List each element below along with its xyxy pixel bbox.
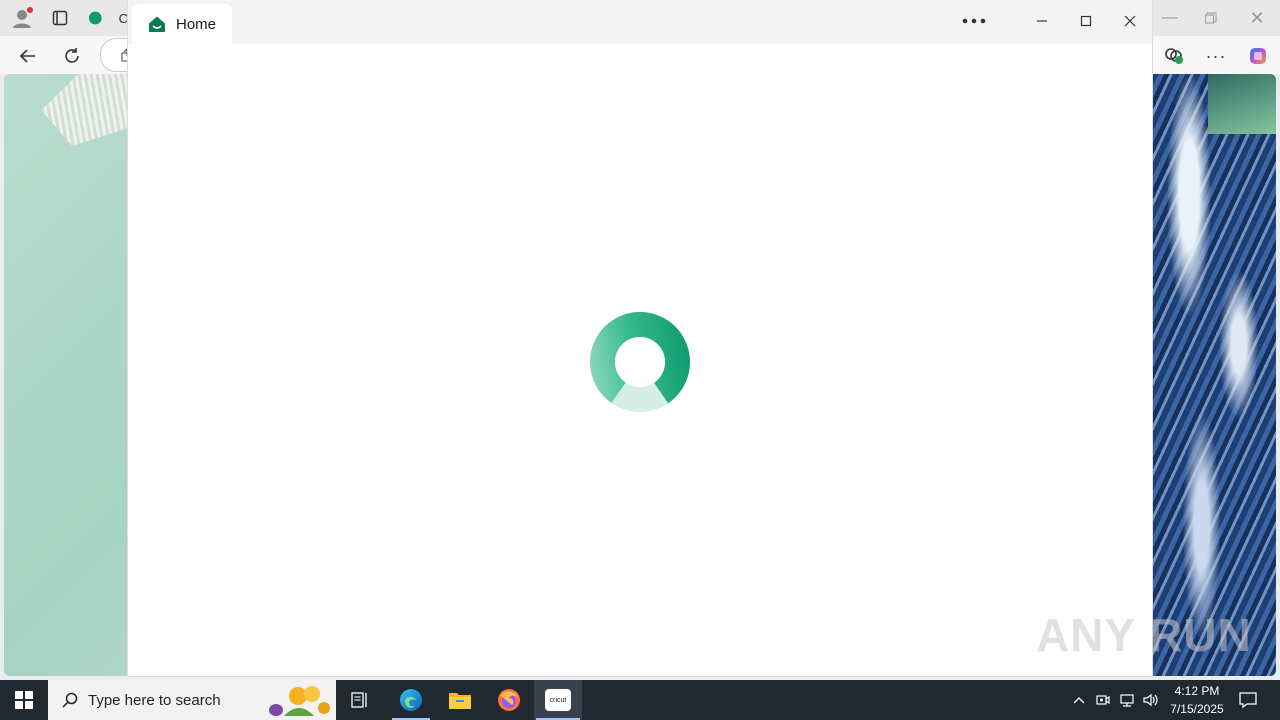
search-icon (62, 692, 78, 708)
clock-time: 4:12 PM (1174, 684, 1220, 698)
cricut-taskbar-app[interactable]: cricut (534, 680, 582, 720)
refresh-icon[interactable] (58, 42, 86, 70)
minimize-icon[interactable] (1020, 0, 1064, 42)
tab-actions-icon[interactable] (48, 6, 72, 30)
wallpaper-fold (41, 74, 128, 146)
edge-icon[interactable] (390, 680, 432, 720)
back-icon[interactable] (14, 42, 42, 70)
browser-tab-label: C (118, 10, 128, 26)
meet-now-icon[interactable] (1092, 680, 1114, 720)
more-horizontal-icon[interactable] (952, 0, 996, 42)
cricut-tab-icon (88, 11, 102, 25)
browser-tab-partial[interactable]: C (88, 6, 128, 30)
browser-close-icon[interactable]: ✕ (1242, 6, 1272, 30)
clock-date: 7/15/2025 (1170, 702, 1224, 716)
extensions-icon[interactable] (1160, 42, 1188, 70)
wallpaper-flowers (1152, 74, 1276, 676)
more-icon[interactable]: ··· (1202, 42, 1230, 70)
loading-spinner-icon (590, 312, 690, 412)
volume-icon[interactable] (1140, 680, 1162, 720)
watermark: ANY RUN (1036, 609, 1252, 661)
app-titlebar: Home (128, 0, 1152, 44)
file-explorer-icon[interactable] (440, 680, 480, 720)
taskbar: Type here to search cricut 4:12 PM 7/15/… (0, 680, 1280, 720)
notifications-icon[interactable] (1232, 680, 1264, 720)
cricut-icon-label: cricut (549, 696, 567, 704)
tab-home[interactable]: Home (132, 4, 232, 44)
chevron-up-icon[interactable] (1068, 680, 1090, 720)
firefox-icon[interactable] (488, 680, 530, 720)
home-icon (148, 15, 166, 33)
profile-icon[interactable] (8, 4, 36, 32)
maximize-icon[interactable] (1064, 0, 1108, 42)
app-window: Home (128, 0, 1152, 676)
tab-home-label: Home (176, 15, 217, 33)
search-placeholder: Type here to search (88, 691, 221, 709)
network-icon[interactable] (1116, 680, 1138, 720)
start-icon[interactable] (0, 680, 48, 720)
taskbar-search-input[interactable]: Type here to search (48, 680, 336, 720)
browser-restore-icon[interactable] (1196, 6, 1226, 30)
close-icon[interactable] (1108, 0, 1152, 42)
browser-minimize-icon[interactable]: — (1152, 6, 1188, 30)
task-view-icon[interactable] (340, 680, 380, 720)
copilot-icon[interactable] (1244, 42, 1272, 70)
taskbar-clock[interactable]: 4:12 PM 7/15/2025 (1162, 682, 1232, 718)
wallpaper-leaf (1208, 74, 1276, 134)
cricut-icon: cricut (545, 689, 571, 711)
search-highlight-flowers-icon (269, 686, 330, 716)
